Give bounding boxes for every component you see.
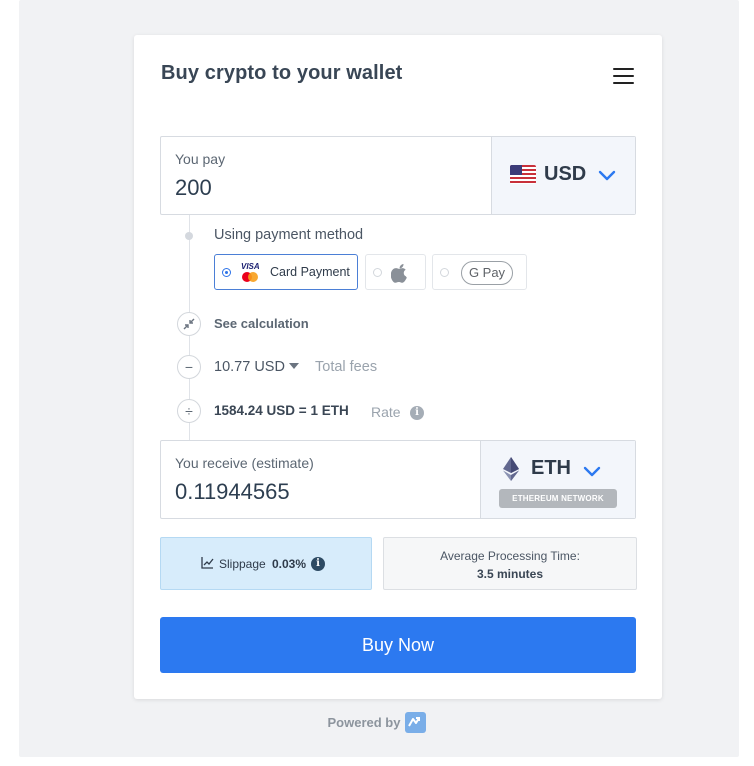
- processing-time-box: Average Processing Time: 3.5 minutes: [383, 537, 637, 590]
- collapse-icon[interactable]: [177, 312, 201, 336]
- pay-currency-selector[interactable]: USD: [491, 137, 635, 214]
- page-title: Buy crypto to your wallet: [161, 62, 403, 84]
- card-payment-label: Card Payment: [270, 265, 350, 279]
- buy-crypto-card: Buy crypto to your wallet You pay 200 US…: [134, 35, 662, 699]
- apple-icon: [391, 264, 407, 283]
- rate-label: Rate: [371, 404, 401, 420]
- google-pay-logo: G Pay: [461, 261, 513, 285]
- see-calculation-link[interactable]: See calculation: [214, 316, 309, 331]
- powered-by: Powered by: [0, 712, 754, 734]
- slippage-label: Slippage: [219, 557, 266, 571]
- chart-line-icon: [201, 557, 214, 569]
- exchange-rate: 1584.24 USD = 1 ETH: [214, 403, 349, 418]
- info-icon[interactable]: i: [410, 406, 424, 420]
- menu-icon[interactable]: [611, 67, 635, 85]
- slippage-box[interactable]: Slippage 0.03% i: [160, 537, 372, 590]
- visa-logo: VISA: [241, 262, 260, 271]
- total-fees-label: Total fees: [315, 359, 378, 375]
- chevron-down-icon: [583, 466, 601, 477]
- ethereum-icon: [503, 457, 519, 481]
- radio-selected[interactable]: [222, 268, 231, 277]
- info-icon[interactable]: i: [311, 557, 325, 571]
- brand-logo-icon: [405, 712, 427, 733]
- widget-background: Buy crypto to your wallet You pay 200 US…: [19, 0, 739, 757]
- pay-input-group: You pay 200 USD: [160, 136, 636, 215]
- payment-option-apple-pay[interactable]: [365, 254, 426, 290]
- caret-down-icon: [288, 363, 299, 370]
- pay-label: You pay: [175, 151, 226, 167]
- fees-value: 10.77 USD: [214, 359, 285, 375]
- payment-method-label: Using payment method: [214, 227, 364, 243]
- powered-by-label: Powered by: [327, 714, 401, 730]
- receive-currency-label: ETH: [531, 457, 571, 479]
- slippage-value: 0.03%: [272, 557, 307, 571]
- radio-unselected[interactable]: [440, 268, 449, 277]
- payment-option-card[interactable]: VISA Card Payment: [214, 254, 358, 290]
- pay-amount-field[interactable]: You pay 200: [161, 137, 491, 214]
- receive-input-group: You receive (estimate) 0.11944565 ETH ET…: [160, 440, 636, 519]
- receive-amount: 0.11944565: [175, 479, 290, 504]
- minus-icon: −: [177, 355, 201, 379]
- processing-value: 3.5 minutes: [476, 567, 544, 581]
- chevron-down-icon: [598, 170, 616, 181]
- pay-currency-label: USD: [544, 163, 587, 185]
- radio-unselected[interactable]: [373, 268, 382, 277]
- timeline-dot: [185, 232, 193, 240]
- us-flag-icon: [510, 165, 536, 184]
- receive-label: You receive (estimate): [175, 455, 314, 471]
- receive-currency-selector[interactable]: ETH ETHEREUM NETWORK: [480, 441, 635, 518]
- total-fees-dropdown[interactable]: 10.77 USD: [214, 359, 299, 375]
- receive-amount-field[interactable]: You receive (estimate) 0.11944565: [161, 441, 480, 518]
- buy-now-button[interactable]: Buy Now: [160, 617, 636, 673]
- divide-icon: ÷: [177, 399, 201, 423]
- network-badge: ETHEREUM NETWORK: [499, 489, 617, 508]
- payment-option-google-pay[interactable]: G Pay: [432, 254, 527, 290]
- processing-label: Average Processing Time:: [440, 549, 580, 563]
- pay-amount[interactable]: 200: [175, 175, 212, 201]
